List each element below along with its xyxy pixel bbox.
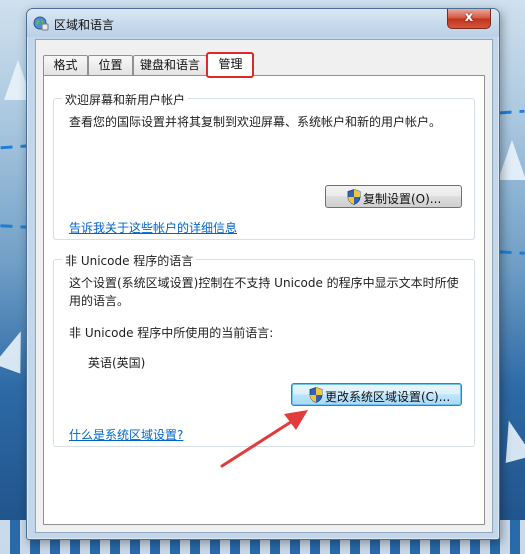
welcome-description: 查看您的国际设置并将其复制到欢迎屏幕、系统帐户和新的用户帐户。 bbox=[69, 115, 442, 129]
tab-location[interactable]: 位置 bbox=[88, 55, 133, 75]
welcome-screen-group: 欢迎屏幕和新用户帐户 查看您的国际设置并将其复制到欢迎屏幕、系统帐户和新的用户帐… bbox=[53, 91, 475, 240]
dialog-client-area: 格式 位置 键盘和语言 管理 欢迎屏幕和新用户帐户 查看您的国际设置并将其复制到… bbox=[35, 39, 493, 533]
change-system-locale-label: 更改系统区域设置(C)... bbox=[325, 390, 451, 404]
region-language-dialog: 区域和语言 x 格式 位置 键盘和语言 管理 欢迎屏幕和新用户帐户 查看您的国际… bbox=[26, 8, 500, 540]
tab-highlight-box bbox=[206, 52, 254, 78]
copy-settings-label: 复制设置(O)... bbox=[363, 192, 442, 206]
non-unicode-description-line2: 用的语言。 bbox=[69, 294, 130, 308]
non-unicode-group-title: 非 Unicode 程序的语言 bbox=[62, 252, 197, 269]
current-language-label: 非 Unicode 程序中所使用的当前语言: bbox=[69, 326, 274, 340]
uac-shield-icon bbox=[309, 387, 323, 403]
non-unicode-group: 非 Unicode 程序的语言 这个设置(系统区域设置)控制在不支持 Unico… bbox=[53, 252, 475, 447]
uac-shield-icon bbox=[347, 189, 361, 205]
welcome-group-title: 欢迎屏幕和新用户帐户 bbox=[62, 91, 189, 108]
close-button[interactable]: x bbox=[447, 9, 491, 29]
system-locale-help-link[interactable]: 什么是系统区域设置? bbox=[69, 426, 183, 443]
tab-formats[interactable]: 格式 bbox=[43, 55, 88, 75]
close-icon: x bbox=[464, 10, 474, 25]
accounts-info-link[interactable]: 告诉我关于这些帐户的详细信息 bbox=[69, 219, 237, 236]
non-unicode-description-line1: 这个设置(系统区域设置)控制在不支持 Unicode 的程序中显示文本时所使 bbox=[69, 276, 459, 290]
window-title: 区域和语言 bbox=[54, 18, 115, 32]
current-language-value: 英语(英国) bbox=[88, 356, 146, 370]
wallpaper-spike bbox=[498, 140, 525, 180]
copy-settings-button[interactable]: 复制设置(O)... bbox=[325, 185, 462, 208]
tab-panel-administrative: 欢迎屏幕和新用户帐户 查看您的国际设置并将其复制到欢迎屏幕、系统帐户和新的用户帐… bbox=[43, 75, 485, 525]
title-bar[interactable]: 区域和语言 x bbox=[27, 9, 499, 37]
tab-keyboards-languages[interactable]: 键盘和语言 bbox=[133, 55, 207, 75]
change-system-locale-button[interactable]: 更改系统区域设置(C)... bbox=[291, 383, 462, 406]
globe-icon bbox=[33, 16, 49, 31]
